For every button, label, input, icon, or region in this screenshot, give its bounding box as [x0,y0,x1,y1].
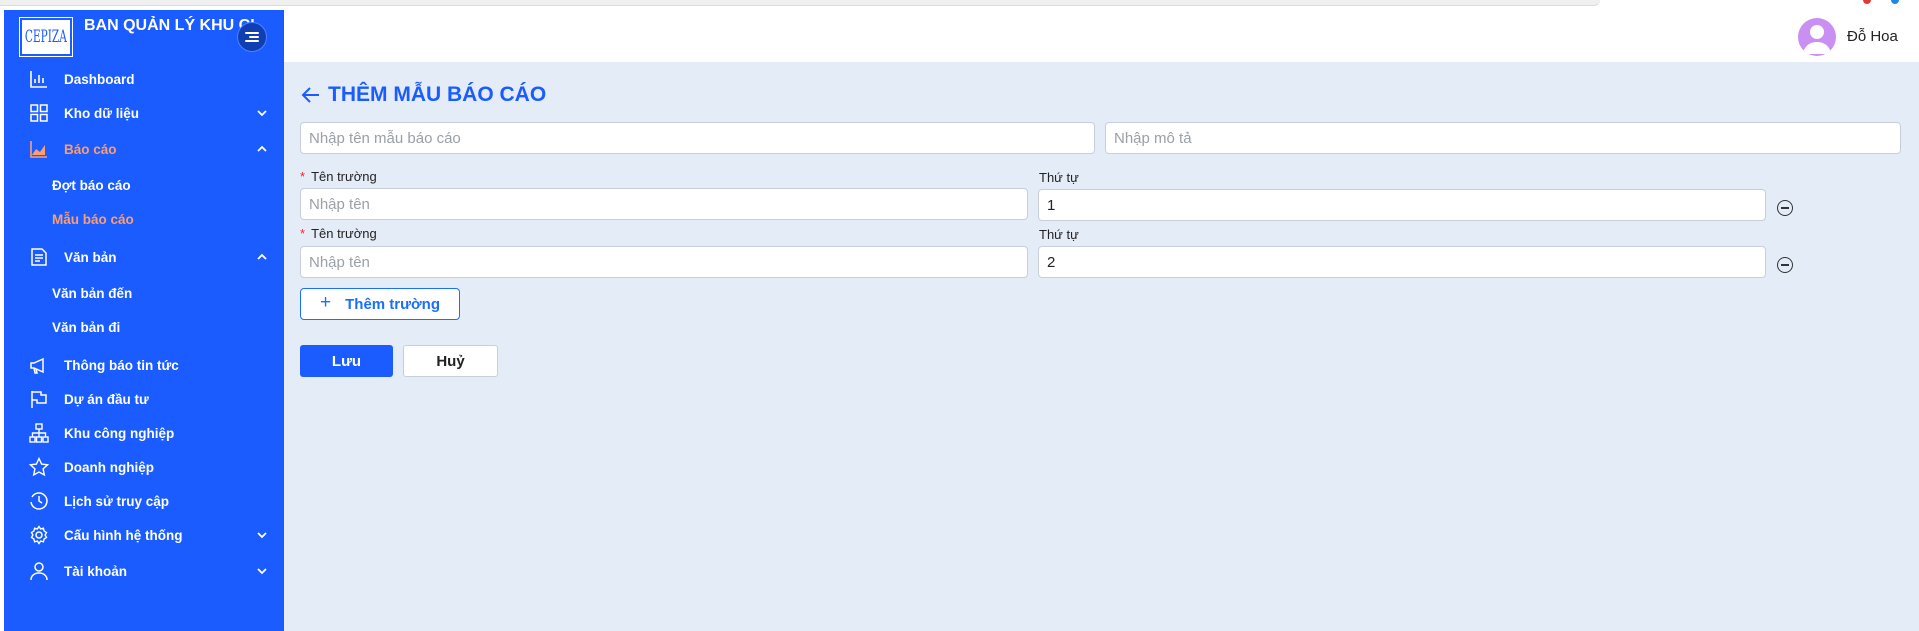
order-input[interactable] [1038,189,1766,221]
plus-icon: + [320,292,332,313]
order-label: Thứ tự [1039,226,1079,242]
field-label-ten-truong: * Tên trường [300,225,377,241]
chevron-up-icon [257,145,267,152]
sidebar-item-kho-du-lieu[interactable]: Kho dữ liệu [4,96,284,130]
minus-circle-icon [1781,207,1789,209]
top-header: Đỗ Hoa [284,10,1919,62]
sidebar-item-du-an-dau-tu[interactable]: Dự án đầu tư [4,382,284,416]
sidebar-item-label: Khu công nghiệp [64,425,175,441]
sidebar-subitem-dot-bao-cao[interactable]: Đợt báo cáo [52,170,131,200]
avatar[interactable] [1798,18,1836,56]
brand-title: BAN QUẢN LÝ KHU CHẾ XUẤT KHU CN [84,17,254,34]
sidebar-item-label: Dashboard [64,71,135,87]
sidebar-item-label: Doanh nghiệp [64,459,154,475]
browser-indicator-red [1863,0,1871,4]
sidebar-item-dashboard[interactable]: Dashboard [4,62,284,96]
sidebar-subitem-van-ban-di[interactable]: Văn bản đi [52,312,120,342]
minus-circle-icon [1781,264,1789,266]
sidebar-item-lich-su-truy-cap[interactable]: Lịch sử truy cập [4,484,284,518]
sidebar: CEPIZA BAN QUẢN LÝ KHU CHẾ XUẤT KHU CN D… [4,10,284,631]
sidebar-item-label: Kho dữ liệu [64,105,140,121]
menu-collapse-icon [245,31,259,43]
flag-icon [31,391,47,408]
star-icon [28,456,50,477]
field-name-input[interactable] [300,246,1028,278]
sidebar-item-label: Báo cáo [64,141,117,157]
browser-top-strip [0,0,1919,10]
template-name-input[interactable] [300,122,1095,154]
chevron-down-icon [257,532,267,539]
sidebar-item-khu-cong-nghiep[interactable]: Khu công nghiệp [4,416,284,450]
user-avatar-icon [1803,25,1831,54]
sidebar-subitem-mau-bao-cao[interactable]: Mẫu báo cáo [52,204,134,234]
gear-icon [30,525,48,545]
logo-text: CEPIZA [25,27,67,47]
field-name-input[interactable] [300,188,1028,220]
bar-chart-icon [30,71,47,88]
sidebar-item-label: Lịch sử truy cập [64,493,170,509]
browser-bar [0,0,1600,6]
required-asterisk: * [300,225,306,241]
sidebar-item-label: Cấu hình hệ thống [64,527,183,543]
sidebar-subitem-van-ban-den[interactable]: Văn bản đến [52,278,132,308]
cluster-icon [29,423,49,443]
chevron-up-icon [257,253,267,260]
remove-field-button[interactable] [1777,200,1793,216]
description-input[interactable] [1105,122,1901,154]
sidebar-item-van-ban[interactable]: Văn bản [4,240,284,274]
field-label-text: Tên trường [311,225,377,241]
history-icon [30,492,48,510]
page-title: THÊM MẪU BÁO CÁO [300,80,546,110]
area-chart-icon [30,141,47,158]
order-input[interactable] [1038,246,1766,278]
field-label-text: Tên trường [311,168,377,184]
document-icon [31,248,47,266]
cancel-button[interactable]: Huỷ [403,345,498,377]
main-content: THÊM MẪU BÁO CÁO * Tên trường Thứ tự * T… [284,62,1919,631]
chevron-down-icon [257,110,267,117]
logo[interactable]: CEPIZA [19,17,73,57]
sidebar-item-label: Văn bản [64,249,117,265]
chevron-down-icon [257,568,267,575]
user-icon [30,562,48,581]
save-button[interactable]: Lưu [300,345,393,377]
page-title-text: THÊM MẪU BÁO CÁO [328,83,547,106]
sidebar-item-label: Thông báo tin tức [64,357,179,373]
sidebar-item-doanh-nghiep[interactable]: Doanh nghiệp [4,450,284,484]
megaphone-icon [30,357,44,374]
sidebar-item-label: Tài khoản [64,563,128,579]
order-label: Thứ tự [1039,169,1079,185]
add-field-label: Thêm trường [345,295,440,313]
menu-toggle-button[interactable] [237,22,267,52]
grid-icon [30,104,48,122]
sidebar-item-bao-cao[interactable]: Báo cáo [4,132,284,166]
sidebar-item-cau-hinh-he-thong[interactable]: Cấu hình hệ thống [4,518,284,552]
field-label-ten-truong: * Tên trường [300,168,377,184]
browser-indicator-blue [1891,0,1899,4]
sidebar-item-thong-bao-tin-tuc[interactable]: Thông báo tin tức [4,348,284,382]
brand: CEPIZA BAN QUẢN LÝ KHU CHẾ XUẤT KHU CN [4,10,284,66]
sidebar-item-label: Dự án đầu tư [64,391,149,407]
required-asterisk: * [300,168,306,184]
username[interactable]: Đỗ Hoa [1847,28,1898,45]
arrow-left-icon[interactable] [300,84,322,106]
sidebar-item-tai-khoan[interactable]: Tài khoản [4,554,284,588]
remove-field-button[interactable] [1777,257,1793,273]
add-field-button[interactable]: + Thêm trường [300,288,460,320]
